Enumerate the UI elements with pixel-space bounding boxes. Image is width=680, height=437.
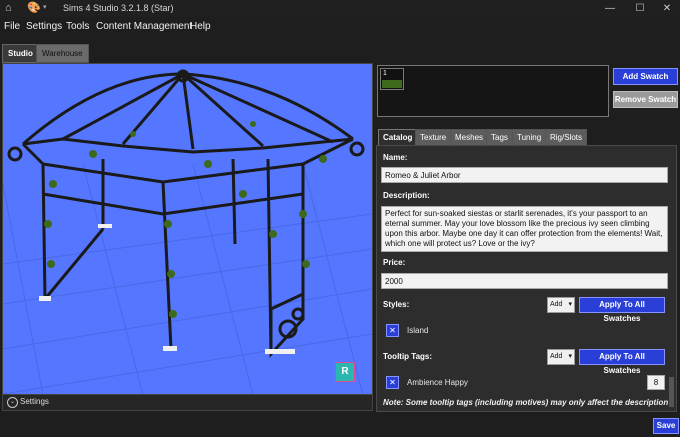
maximize-button[interactable]: ☐: [625, 0, 655, 17]
add-swatch-button[interactable]: Add Swatch: [613, 68, 678, 85]
menu-content-management[interactable]: Content Management: [96, 21, 192, 32]
save-button[interactable]: Save: [653, 418, 679, 434]
tab-catalog[interactable]: Catalog: [378, 129, 418, 146]
menu-settings[interactable]: Settings: [26, 21, 62, 32]
tooltip-add-value: Add: [550, 353, 563, 360]
name-field[interactable]: Romeo & Juliet Arbor: [381, 167, 668, 183]
viewport-settings-bar[interactable]: ⌄ Settings: [2, 394, 373, 411]
menu-file[interactable]: File: [4, 21, 20, 32]
chevron-down-icon: ▾: [568, 353, 572, 360]
remove-style-icon[interactable]: ✕: [386, 324, 399, 337]
swatch-item[interactable]: 1: [380, 68, 404, 90]
3d-viewport[interactable]: R: [2, 63, 373, 396]
name-label: Name:: [383, 153, 408, 162]
palette-icon[interactable]: 🎨: [27, 1, 41, 14]
tab-meshes[interactable]: Meshes: [450, 129, 489, 146]
tooltip-tags-label: Tooltip Tags:: [383, 352, 433, 361]
remove-tag-icon[interactable]: ✕: [386, 376, 399, 389]
tab-tags[interactable]: Tags: [486, 129, 513, 146]
styles-add-select[interactable]: Add ▾: [547, 297, 575, 313]
tab-studio[interactable]: Studio: [2, 44, 39, 63]
tooltip-apply-all-button[interactable]: Apply To All Swatches: [579, 349, 665, 375]
swatch-color: [382, 80, 402, 88]
title-bar: ⌂ 🎨 ▾ Sims 4 Studio 3.2.1.8 (Star) — ☐ ✕: [0, 0, 680, 17]
settings-label: Settings: [20, 397, 49, 406]
description-field[interactable]: Perfect for sun-soaked siestas or starli…: [381, 206, 668, 252]
tab-texture[interactable]: Texture: [415, 129, 452, 146]
style-item: Island: [407, 326, 429, 335]
window-title: Sims 4 Studio 3.2.1.8 (Star): [63, 3, 174, 13]
tab-rig-slots[interactable]: Rig/Slots: [545, 129, 588, 146]
tooltip-note: Note: Some tooltip tags (including motiv…: [383, 398, 669, 407]
styles-add-value: Add: [550, 301, 563, 308]
minimize-button[interactable]: —: [595, 0, 625, 17]
tooltip-add-select[interactable]: Add ▾: [547, 349, 575, 365]
swatch-label: 1: [383, 70, 387, 77]
tooltip-tag-item: Ambience Happy: [407, 378, 468, 387]
tab-tuning[interactable]: Tuning: [512, 129, 547, 146]
price-label: Price:: [383, 258, 406, 267]
orientation-gizmo-icon[interactable]: R: [335, 362, 355, 382]
description-label: Description:: [383, 191, 430, 200]
menu-bar: File Settings Tools Content Management H…: [0, 17, 680, 37]
menu-tools[interactable]: Tools: [66, 21, 89, 32]
arbor-render: [3, 69, 372, 395]
chevron-down-icon: ▾: [568, 301, 572, 308]
tab-warehouse[interactable]: Warehouse: [36, 44, 89, 63]
menu-help[interactable]: Help: [190, 21, 211, 32]
close-button[interactable]: ✕: [652, 0, 680, 17]
swatch-list: [377, 65, 609, 117]
remove-swatch-button[interactable]: Remove Swatch: [613, 91, 678, 108]
styles-apply-all-button[interactable]: Apply To All Swatches: [579, 297, 665, 323]
chevron-down-icon[interactable]: ▾: [43, 3, 47, 11]
styles-label: Styles:: [383, 300, 410, 309]
panel-scrollbar[interactable]: [669, 377, 674, 407]
home-icon[interactable]: ⌂: [5, 2, 12, 14]
tooltip-tag-value[interactable]: 8: [647, 375, 665, 390]
chevron-down-icon[interactable]: ⌄: [7, 397, 18, 408]
price-field[interactable]: 2000: [381, 273, 668, 289]
